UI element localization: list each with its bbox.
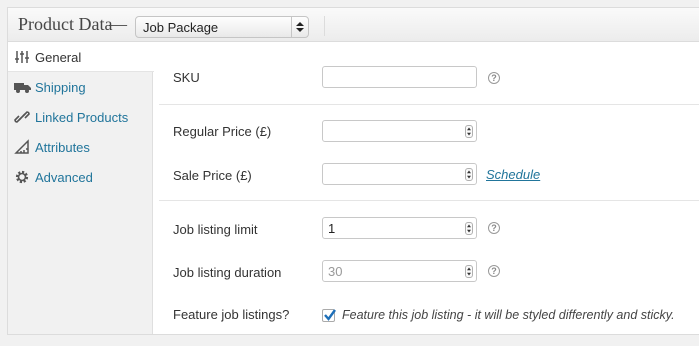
select-arrows-icon (291, 17, 308, 37)
sale-price-label: Sale Price (£) (173, 168, 252, 183)
product-data-panel: Product Data — Job Package General Shipp… (7, 7, 699, 335)
regular-price-label: Regular Price (£) (173, 124, 272, 139)
tab-label: Advanced (35, 170, 93, 185)
spinner-icon[interactable] (465, 222, 473, 235)
schedule-link[interactable]: Schedule (486, 167, 540, 182)
feature-job-listings-label: Feature job listings? (173, 307, 290, 322)
feature-job-listings-checkbox[interactable] (322, 309, 336, 322)
tab-linked-products[interactable]: Linked Products (8, 102, 153, 132)
tab-label: General (35, 50, 82, 65)
ruler-icon (14, 139, 30, 155)
help-icon[interactable]: ? (488, 72, 500, 84)
general-options: SKU ? Regular Price (£) Sale Price (£) S… (153, 42, 699, 334)
title-dash: — (109, 14, 127, 34)
section-divider (159, 104, 699, 105)
regular-price-input[interactable] (322, 120, 477, 142)
job-listing-duration-input[interactable]: 30 (322, 260, 477, 282)
product-data-tabs: General Shipping Linked Products Attribu… (8, 42, 154, 334)
tab-label: Shipping (35, 80, 86, 95)
feature-job-listings-description: Feature this job listing - it will be st… (342, 308, 675, 322)
sale-price-input[interactable] (322, 163, 477, 185)
section-divider (159, 200, 699, 201)
sliders-icon (14, 49, 30, 65)
tab-shipping[interactable]: Shipping (8, 72, 153, 102)
truck-icon (14, 79, 31, 95)
tab-advanced[interactable]: Advanced (8, 162, 153, 192)
spinner-icon[interactable] (465, 265, 473, 278)
tab-general[interactable]: General (8, 42, 154, 72)
product-type-select[interactable]: Job Package (135, 16, 309, 38)
tab-label: Linked Products (35, 110, 129, 125)
tab-attributes[interactable]: Attributes (8, 132, 153, 162)
product-type-value: Job Package (143, 20, 219, 35)
tab-label: Attributes (35, 140, 90, 155)
spinner-icon[interactable] (465, 125, 473, 138)
help-icon[interactable]: ? (488, 222, 500, 234)
panel-header: Product Data — Job Package (8, 8, 699, 42)
panel-title: Product Data (18, 14, 113, 34)
gear-icon (14, 169, 30, 185)
link-icon (14, 109, 30, 125)
job-listing-limit-label: Job listing limit (173, 222, 258, 237)
job-listing-duration-placeholder: 30 (328, 264, 343, 279)
job-listing-limit-input[interactable]: 1 (322, 217, 477, 239)
sku-input[interactable] (322, 66, 477, 88)
sku-label: SKU (173, 70, 200, 85)
job-listing-limit-value: 1 (328, 221, 336, 236)
header-separator (324, 16, 325, 36)
help-icon[interactable]: ? (488, 265, 500, 277)
spinner-icon[interactable] (465, 168, 473, 181)
job-listing-duration-label: Job listing duration (173, 265, 282, 280)
